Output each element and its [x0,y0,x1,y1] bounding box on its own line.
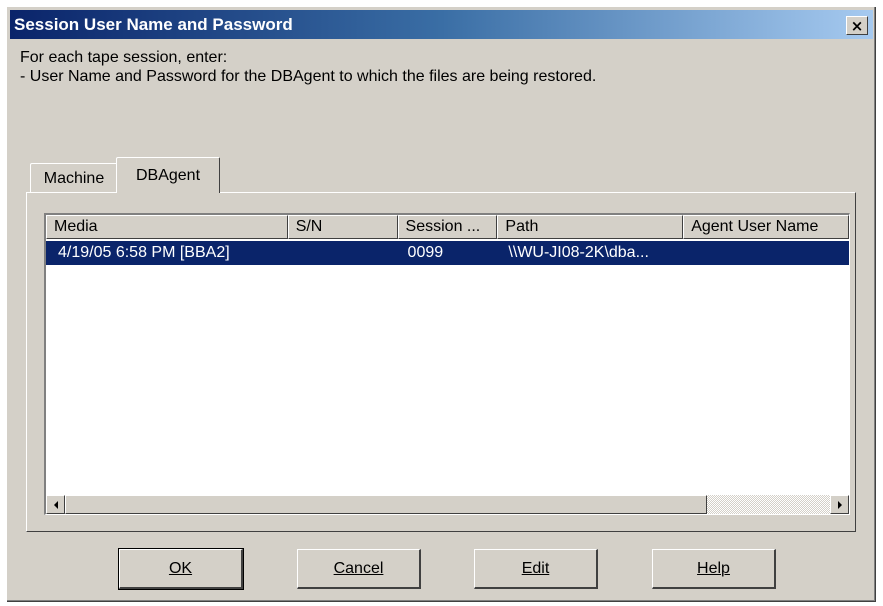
triangle-right-icon [837,500,842,509]
column-header-path-label: Path [505,218,539,235]
ok-button[interactable]: OK [118,548,244,590]
instructions-line-1: For each tape session, enter: [20,49,228,66]
scrollbar-thumb[interactable] [65,495,707,514]
edit-button[interactable]: Edit [474,549,598,589]
help-button[interactable]: Help [652,549,776,589]
scroll-right-button[interactable] [830,495,849,514]
help-button-label: Help [697,559,730,577]
title-bar: Session User Name and Password × [10,10,873,39]
ok-button-label: OK [168,559,193,577]
cell-media: 4/19/05 6:58 PM [BBA2] [58,244,230,261]
column-header-sn-label: S/N [295,218,323,235]
dialog-title: Session User Name and Password [14,14,293,34]
column-header-media[interactable]: Media [46,215,288,239]
close-button[interactable]: × [846,16,868,35]
column-header-session[interactable]: Session ... [397,215,498,239]
cell-agent-user-name [683,241,849,265]
cancel-button-label: Cancel [333,559,384,577]
column-header-media-label: Media [54,218,98,235]
cell-path: \\WU-JI08-2K\dba... [508,244,649,261]
edit-button-label: Edit [521,559,550,577]
tab-machine-label: Machine [43,169,105,187]
column-header-sn[interactable]: S/N [287,215,398,239]
horizontal-scrollbar[interactable] [46,495,849,514]
cell-sn [288,241,398,265]
tab-dbagent-label: DBAgent [135,166,201,184]
cancel-button[interactable]: Cancel [297,549,421,589]
list-header: Media S/N Session ... Path Agent User Na… [46,215,849,239]
tab-machine[interactable]: Machine [30,163,118,193]
tab-strip: Machine DBAgent [28,157,228,193]
triangle-left-icon [53,500,58,509]
column-header-agent-user-name-label: Agent User Name [691,218,819,235]
column-header-session-label: Session ... [405,218,481,235]
tab-dbagent[interactable]: DBAgent [116,157,220,193]
close-icon: × [850,16,864,35]
session-list[interactable]: Media S/N Session ... Path Agent User Na… [44,213,850,515]
column-header-path[interactable]: Path [497,215,684,239]
scroll-left-button[interactable] [46,495,65,514]
instructions-line-2: - User Name and Password for the DBAgent… [20,68,597,85]
column-header-agent-user-name[interactable]: Agent User Name [683,215,849,239]
instructions: For each tape session, enter: - User Nam… [20,48,596,86]
table-row[interactable]: 4/19/05 6:58 PM [BBA2] 0099 \\WU-JI08-2K… [46,241,849,265]
cell-session: 0099 [407,244,444,261]
